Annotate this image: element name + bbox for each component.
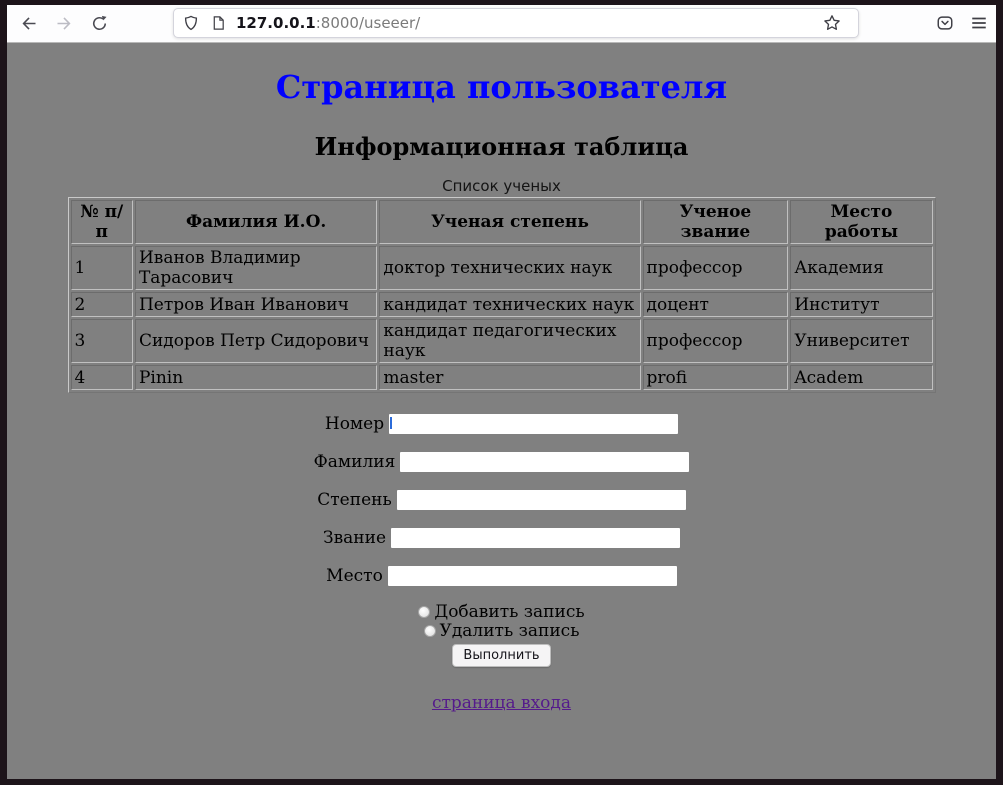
place-label: Место bbox=[326, 566, 383, 586]
shield-icon[interactable] bbox=[182, 14, 200, 32]
page-proxy-icon[interactable] bbox=[209, 14, 227, 32]
cell-work: Academ bbox=[790, 365, 932, 390]
page-viewport: Страница пользователя Информационная таб… bbox=[7, 43, 996, 779]
action-radio-group: Добавить запись Удалить запись bbox=[7, 603, 996, 641]
form-row-surname: Фамилия bbox=[7, 451, 996, 471]
form-row-place: Место bbox=[7, 565, 996, 585]
add-record-radio[interactable] bbox=[418, 606, 430, 618]
cell-num: 4 bbox=[71, 365, 133, 390]
table-header-row: № п/п Фамилия И.О. Ученая степень Ученое… bbox=[71, 200, 933, 244]
cell-num: 1 bbox=[71, 246, 133, 290]
degree-input[interactable] bbox=[397, 490, 686, 510]
cell-work: Академия bbox=[790, 246, 932, 290]
header-rank: Ученое звание bbox=[643, 200, 789, 244]
number-input[interactable] bbox=[389, 414, 678, 434]
cell-degree: кандидат педагогических наук bbox=[379, 319, 640, 363]
cell-degree: доктор технических наук bbox=[379, 246, 640, 290]
cell-rank: profi bbox=[643, 365, 789, 390]
surname-input[interactable] bbox=[400, 452, 689, 472]
table-row: 4 Pinin master profi Academ bbox=[71, 365, 933, 390]
cell-name: Иванов Владимир Тарасович bbox=[135, 246, 377, 290]
cell-work: Институт bbox=[790, 292, 932, 317]
refresh-icon[interactable] bbox=[88, 12, 110, 34]
header-degree: Ученая степень bbox=[379, 200, 640, 244]
table-row: 1 Иванов Владимир Тарасович доктор техни… bbox=[71, 246, 933, 290]
cell-rank: профессор bbox=[643, 319, 789, 363]
header-name: Фамилия И.О. bbox=[135, 200, 377, 244]
record-form: Номер Фамилия Степень Звание Место Добав… bbox=[7, 413, 996, 667]
cell-rank: доцент bbox=[643, 292, 789, 317]
cell-num: 3 bbox=[71, 319, 133, 363]
cell-num: 2 bbox=[71, 292, 133, 317]
form-row-rank: Звание bbox=[7, 527, 996, 547]
cell-name: Сидоров Петр Сидорович bbox=[135, 319, 377, 363]
page-title: Страница пользователя bbox=[7, 68, 996, 106]
number-label: Номер bbox=[325, 414, 384, 434]
delete-record-label: Удалить запись bbox=[440, 621, 580, 641]
forward-icon[interactable] bbox=[53, 12, 75, 34]
browser-toolbar: 127.0.0.1:8000/useeer/ bbox=[7, 5, 996, 43]
radio-line-delete: Удалить запись bbox=[7, 622, 996, 641]
url-text[interactable]: 127.0.0.1:8000/useeer/ bbox=[236, 14, 815, 32]
form-row-number: Номер bbox=[7, 413, 996, 433]
browser-window: 127.0.0.1:8000/useeer/ Страница пользова… bbox=[7, 5, 996, 779]
cell-degree: master bbox=[379, 365, 640, 390]
scientists-table: № п/п Фамилия И.О. Ученая степень Ученое… bbox=[68, 197, 936, 393]
cell-work: Университет bbox=[790, 319, 932, 363]
table-row: 3 Сидоров Петр Сидорович кандидат педаго… bbox=[71, 319, 933, 363]
surname-label: Фамилия bbox=[314, 452, 396, 472]
url-domain: 127.0.0.1 bbox=[236, 14, 316, 32]
header-num: № п/п bbox=[71, 200, 133, 244]
back-icon[interactable] bbox=[17, 12, 39, 34]
page-subtitle: Информационная таблица bbox=[7, 132, 996, 161]
table-row: 2 Петров Иван Иванович кандидат техничес… bbox=[71, 292, 933, 317]
text-caret bbox=[390, 417, 392, 429]
pocket-icon[interactable] bbox=[934, 12, 956, 34]
url-path: :8000/useeer/ bbox=[316, 14, 421, 32]
login-page-link[interactable]: страница входа bbox=[432, 693, 571, 713]
radio-line-add: Добавить запись bbox=[7, 603, 996, 622]
delete-record-radio[interactable] bbox=[424, 625, 436, 637]
cell-name: Петров Иван Иванович bbox=[135, 292, 377, 317]
menu-icon[interactable] bbox=[968, 12, 990, 34]
form-row-degree: Степень bbox=[7, 489, 996, 509]
rank-label: Звание bbox=[323, 528, 386, 548]
place-input[interactable] bbox=[388, 566, 677, 586]
degree-label: Степень bbox=[317, 490, 391, 510]
bookmark-star-icon[interactable] bbox=[823, 14, 841, 32]
table-caption: Список ученых bbox=[7, 177, 996, 195]
add-record-label: Добавить запись bbox=[434, 602, 584, 622]
login-link-wrap: страница входа bbox=[7, 693, 996, 713]
cell-degree: кандидат технических наук bbox=[379, 292, 640, 317]
cell-name: Pinin bbox=[135, 365, 377, 390]
header-work: Место работы bbox=[790, 200, 932, 244]
execute-button[interactable]: Выполнить bbox=[452, 644, 550, 667]
cell-rank: профессор bbox=[643, 246, 789, 290]
rank-input[interactable] bbox=[391, 528, 680, 548]
url-bar[interactable]: 127.0.0.1:8000/useeer/ bbox=[173, 8, 859, 38]
